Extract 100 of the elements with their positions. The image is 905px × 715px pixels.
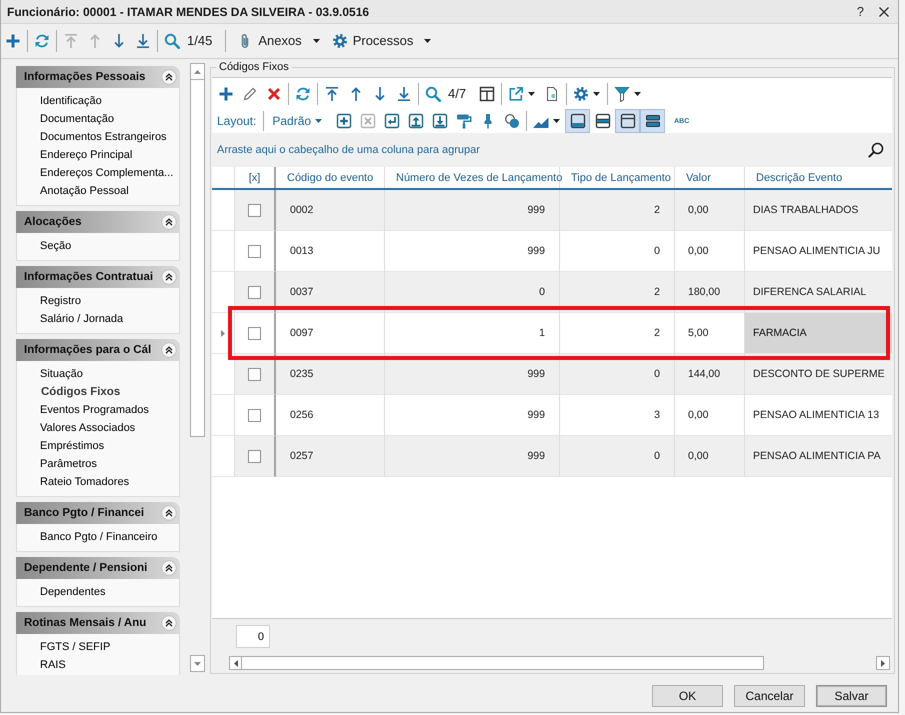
scroll-up-button[interactable] bbox=[190, 63, 205, 80]
view-toggle[interactable] bbox=[615, 109, 640, 133]
group-title: Dependente / Pensioni bbox=[24, 562, 148, 574]
table-row[interactable]: 0256 999 3 0,00 PENSAO ALIMENTICIA 13 bbox=[212, 395, 892, 436]
checkbox[interactable] bbox=[248, 326, 261, 340]
double-chevron-up-icon[interactable] bbox=[161, 615, 177, 631]
nav-item[interactable]: Endereço Principal bbox=[40, 146, 132, 164]
bottom-band-icon bbox=[570, 113, 586, 129]
caret-down-icon[interactable] bbox=[528, 92, 536, 96]
double-band-icon bbox=[644, 113, 661, 129]
group-by-hint: Arraste aqui o cabeçalho de uma coluna para agrupar bbox=[217, 144, 480, 156]
nav-item[interactable]: Seção bbox=[40, 237, 72, 255]
nav-item[interactable]: Dependentes bbox=[40, 583, 106, 601]
gear-icon[interactable] bbox=[573, 86, 590, 102]
nav-item[interactable]: Identificação bbox=[40, 92, 102, 110]
scrollbar-thumb[interactable] bbox=[190, 80, 205, 437]
column-header[interactable]: Valor bbox=[675, 167, 745, 188]
close-icon[interactable] bbox=[879, 6, 889, 16]
column-header[interactable]: [x] bbox=[235, 167, 276, 188]
table-row[interactable]: 0037 0 2 180,00 DIFERENCA SALARIAL bbox=[212, 272, 892, 313]
nav-item[interactable]: Documentação bbox=[40, 110, 114, 128]
table-cell: FARMACIA bbox=[745, 313, 892, 354]
nav-item[interactable]: Eventos Programados bbox=[40, 401, 149, 419]
nav-item[interactable]: Empréstimos bbox=[40, 437, 104, 455]
dialog-button[interactable]: OK bbox=[652, 685, 723, 707]
scroll-right-button[interactable] bbox=[876, 656, 890, 670]
nav-item[interactable]: Documentos Estrangeiros bbox=[40, 128, 167, 146]
count-field: 0 bbox=[236, 625, 270, 648]
checkbox[interactable] bbox=[248, 286, 261, 298]
view-toggle[interactable] bbox=[565, 109, 590, 133]
checkbox[interactable] bbox=[248, 204, 261, 216]
row-selector[interactable] bbox=[212, 272, 235, 313]
group-title: Alocações bbox=[24, 216, 82, 228]
scroll-down-button[interactable] bbox=[190, 655, 205, 672]
pencil-icon[interactable] bbox=[242, 86, 258, 102]
table-row[interactable]: 0257 999 0 0,00 PENSAO ALIMENTICIA PA bbox=[212, 436, 892, 477]
checkbox[interactable] bbox=[248, 244, 261, 258]
double-chevron-up-icon[interactable] bbox=[161, 342, 177, 358]
view-toggle[interactable] bbox=[640, 109, 666, 133]
nav-item[interactable]: Códigos Fixos bbox=[41, 383, 120, 401]
nav-item[interactable]: Salário / Jornada bbox=[40, 310, 124, 328]
nav-item[interactable]: Parâmetros bbox=[40, 455, 97, 473]
double-chevron-up-icon[interactable] bbox=[161, 214, 177, 230]
column-header[interactable]: Descrição Evento bbox=[745, 167, 892, 188]
search-icon[interactable] bbox=[868, 142, 884, 158]
plus-icon[interactable] bbox=[5, 32, 21, 48]
table-row[interactable]: 0013 999 0 0,00 PENSAO ALIMENTICIA JU bbox=[212, 231, 892, 272]
double-chevron-up-icon[interactable] bbox=[161, 560, 177, 576]
gear-icon bbox=[332, 32, 348, 48]
checkbox[interactable] bbox=[248, 450, 261, 462]
nav-item[interactable]: Registro bbox=[40, 292, 81, 310]
arrow-to-top-icon[interactable] bbox=[324, 86, 340, 102]
caret-down-icon[interactable] bbox=[634, 92, 642, 96]
layout-menu[interactable]: Padrão bbox=[270, 114, 324, 128]
nav-item[interactable]: Endereços Complementa... bbox=[40, 164, 174, 182]
arrow-to-bottom-icon[interactable] bbox=[135, 32, 151, 48]
nav-item[interactable]: FGTS / SEFIP bbox=[40, 638, 110, 656]
nav-item[interactable]: Valores Associados bbox=[40, 419, 136, 437]
table-row[interactable]: 0235 999 0 144,00 DESCONTO DE SUPERME bbox=[212, 354, 892, 395]
download-icon[interactable] bbox=[432, 113, 448, 129]
scrollbar-thumb[interactable] bbox=[242, 656, 764, 670]
table-row[interactable]: 0097 1 2 5,00 FARMACIA bbox=[212, 313, 892, 354]
caret-down-icon bbox=[424, 38, 432, 42]
dialog-button[interactable]: Salvar bbox=[816, 685, 887, 707]
processes-menu[interactable]: Processos bbox=[328, 32, 434, 48]
caret-down-icon[interactable] bbox=[593, 92, 600, 96]
row-selector[interactable] bbox=[212, 354, 235, 395]
add-row-icon[interactable] bbox=[336, 113, 352, 129]
caret-down-icon[interactable] bbox=[553, 119, 560, 123]
checkbox[interactable] bbox=[248, 408, 261, 422]
double-chevron-up-icon[interactable] bbox=[161, 505, 177, 521]
export-icon[interactable] bbox=[508, 86, 524, 102]
column-header[interactable]: Número de Vezes de Lançamento bbox=[385, 167, 560, 188]
circles-icon[interactable] bbox=[504, 113, 520, 129]
funnel-icon[interactable] bbox=[614, 86, 630, 102]
attachments-menu[interactable]: Anexos bbox=[234, 32, 323, 48]
double-chevron-up-icon[interactable] bbox=[161, 69, 177, 85]
group-title: Informações para o Cál bbox=[24, 344, 152, 356]
help-button[interactable]: ? bbox=[856, 4, 864, 20]
table-cell: 0,00 bbox=[675, 436, 745, 477]
caret-down-icon bbox=[315, 119, 322, 123]
dialog-button[interactable]: Cancelar bbox=[734, 685, 805, 707]
nav-item[interactable]: Rateio Tomadores bbox=[40, 473, 130, 491]
scroll-left-button[interactable] bbox=[229, 656, 242, 670]
column-header[interactable]: Código do evento bbox=[276, 167, 385, 188]
double-chevron-up-icon[interactable] bbox=[161, 269, 177, 285]
refresh-icon[interactable] bbox=[34, 32, 50, 48]
paint-roller-icon[interactable] bbox=[456, 113, 472, 129]
checkbox[interactable] bbox=[248, 368, 261, 380]
columns-icon[interactable] bbox=[479, 86, 496, 102]
nav-item[interactable]: Anotação Pessoal bbox=[40, 182, 129, 200]
nav-item[interactable]: RAIS bbox=[40, 656, 66, 674]
arrow-to-bottom-icon[interactable] bbox=[396, 86, 412, 102]
upload-icon[interactable] bbox=[408, 113, 424, 129]
nav-item[interactable]: Banco Pgto / Financeiro bbox=[40, 528, 158, 546]
refresh-icon[interactable] bbox=[295, 86, 311, 102]
nav-item[interactable]: Situação bbox=[40, 365, 83, 383]
delete-icon[interactable] bbox=[266, 86, 282, 102]
plus-icon[interactable] bbox=[218, 86, 234, 102]
table-row[interactable]: 0002 999 2 0,00 DIAS TRABALHADOS bbox=[212, 190, 892, 231]
